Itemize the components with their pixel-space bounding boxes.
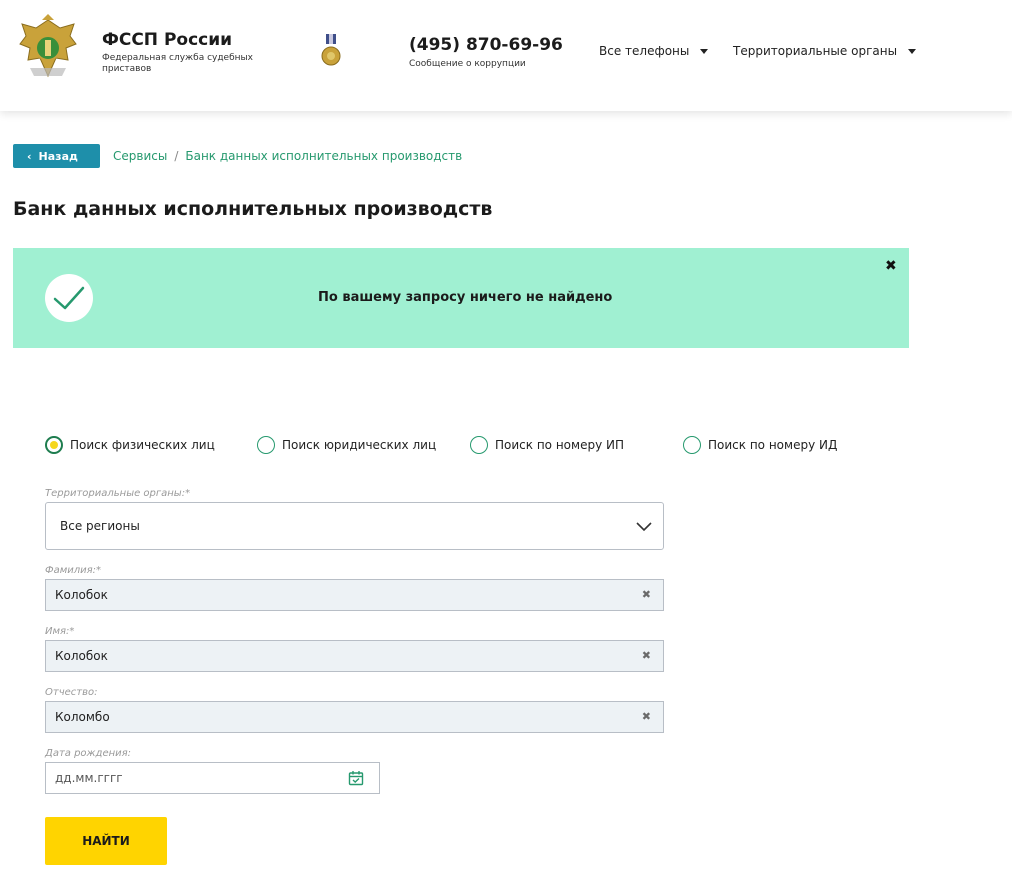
corruption-hotline-phone[interactable]: (495) 870-69-96	[409, 35, 563, 55]
radio-search-legal-entities[interactable]: Поиск юридических лиц	[257, 436, 436, 454]
radio-search-by-ip-number[interactable]: Поиск по номеру ИП	[470, 436, 624, 454]
back-button[interactable]: ‹ Назад	[13, 144, 100, 168]
breadcrumb: Сервисы / Банк данных исполнительных про…	[113, 149, 462, 163]
nav-all-phones[interactable]: Все телефоны	[599, 44, 709, 58]
region-select-value: Все регионы	[60, 519, 140, 533]
radio-search-by-id-number[interactable]: Поиск по номеру ИД	[683, 436, 837, 454]
radio-unselected-icon[interactable]	[257, 436, 275, 454]
birthdate-label: Дата рождения:	[45, 748, 132, 759]
nav-territorial-bodies-label: Территориальные органы	[733, 44, 898, 58]
region-select[interactable]: Все регионы	[45, 502, 664, 550]
radio-unselected-icon[interactable]	[683, 436, 701, 454]
birthdate-input[interactable]: дд.мм.гггг	[45, 762, 380, 794]
firstname-label: Имя:*	[45, 626, 75, 637]
caret-down-icon	[700, 48, 709, 54]
breadcrumb-services-link[interactable]: Сервисы	[113, 149, 167, 163]
radio-label: Поиск юридических лиц	[282, 438, 437, 452]
result-alert: По вашему запросу ничего не найдено ✖	[13, 248, 909, 348]
firstname-input[interactable]: Колобок ✖	[45, 640, 664, 672]
patronymic-value: Коломбо	[55, 710, 110, 724]
lastname-value: Колобок	[55, 588, 108, 602]
checkmark-icon	[45, 274, 93, 322]
birthdate-placeholder: дд.мм.гггг	[55, 771, 123, 785]
lastname-label: Фамилия:*	[45, 565, 102, 576]
fssp-emblem-icon[interactable]	[16, 14, 80, 86]
alert-message: По вашему запросу ничего не найдено	[318, 290, 613, 305]
breadcrumb-current-page[interactable]: Банк данных исполнительных производств	[185, 149, 462, 163]
radio-selected-icon[interactable]	[45, 436, 63, 454]
back-button-label: Назад	[38, 149, 78, 163]
patronymic-input[interactable]: Коломбо ✖	[45, 701, 664, 733]
brand-title[interactable]: ФССП России	[102, 30, 232, 50]
caret-down-icon	[908, 48, 917, 54]
region-label: Территориальные органы:*	[45, 488, 191, 499]
lastname-input[interactable]: Колобок ✖	[45, 579, 664, 611]
radio-label: Поиск физических лиц	[70, 438, 215, 452]
search-submit-button[interactable]: НАЙТИ	[45, 817, 167, 865]
phone-caption: Сообщение о коррупции	[409, 59, 526, 69]
radio-label: Поиск по номеру ИП	[495, 438, 624, 452]
brand-subtitle: Федеральная служба судебных приставов	[102, 53, 253, 74]
site-header: ФССП России Федеральная служба судебных …	[0, 0, 1012, 111]
breadcrumb-separator: /	[174, 149, 179, 163]
nav-territorial-bodies[interactable]: Территориальные органы	[733, 44, 917, 58]
chevron-down-icon	[636, 522, 652, 532]
radio-unselected-icon[interactable]	[470, 436, 488, 454]
clear-icon[interactable]: ✖	[642, 649, 651, 662]
clear-icon[interactable]: ✖	[642, 710, 651, 723]
patronymic-label: Отчество:	[45, 687, 98, 698]
radio-search-individuals[interactable]: Поиск физических лиц	[45, 436, 215, 454]
nav-all-phones-label: Все телефоны	[599, 44, 690, 58]
firstname-value: Колобок	[55, 649, 108, 663]
page-title: Банк данных исполнительных производств	[13, 198, 493, 220]
medal-icon	[321, 34, 341, 66]
clear-icon[interactable]: ✖	[642, 588, 651, 601]
radio-label: Поиск по номеру ИД	[708, 438, 838, 452]
calendar-icon[interactable]	[348, 770, 364, 786]
chevron-left-icon: ‹	[27, 149, 32, 163]
close-icon[interactable]: ✖	[885, 258, 897, 274]
